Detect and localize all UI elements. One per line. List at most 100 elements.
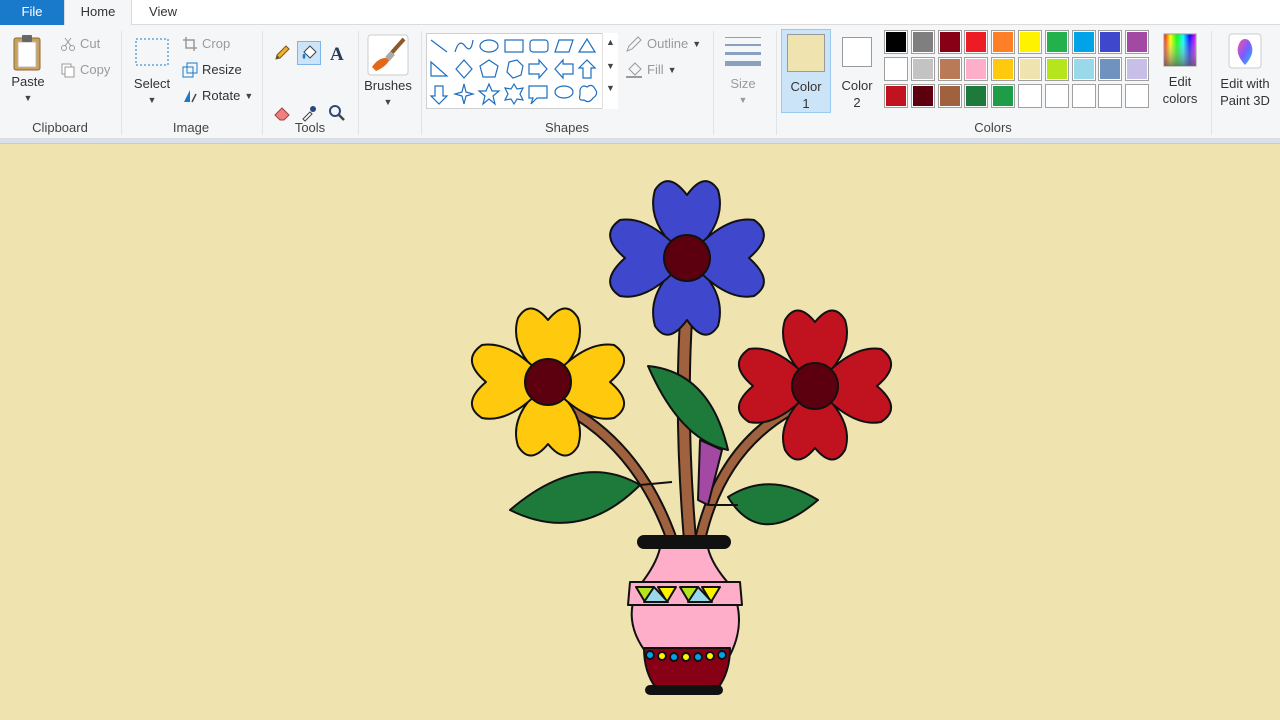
tab-view[interactable]: View xyxy=(132,0,194,25)
palette-swatch-fill xyxy=(1020,58,1040,79)
clipboard-group-label: Clipboard xyxy=(32,120,88,135)
shapes-scrollbar[interactable]: ▲ ▼ ▼ xyxy=(602,33,618,109)
pencil-tool[interactable] xyxy=(270,41,294,65)
palette-swatch[interactable] xyxy=(1125,83,1150,108)
rotate-icon xyxy=(184,90,197,103)
color2-swatch xyxy=(842,37,872,67)
paste-button[interactable]: Paste ▼ xyxy=(8,31,48,111)
colors-group-label: Colors xyxy=(974,120,1012,135)
size-label: Size xyxy=(730,76,756,91)
palette-swatch[interactable] xyxy=(1071,56,1096,81)
palette-swatch[interactable] xyxy=(1071,30,1096,54)
chevron-down-icon: ▼ xyxy=(692,39,702,49)
palette-swatch-fill xyxy=(1100,85,1121,106)
select-button[interactable]: Select ▼ xyxy=(130,35,174,111)
crop-label: Crop xyxy=(202,36,231,51)
color1-button[interactable]: Color 1 xyxy=(781,29,831,113)
group-divider xyxy=(262,31,263,135)
color1-swatch xyxy=(787,34,825,72)
palette-swatch[interactable] xyxy=(937,56,962,81)
scroll-down-icon[interactable]: ▼ xyxy=(603,61,618,71)
text-tool[interactable]: A xyxy=(325,41,349,65)
palette-swatch[interactable] xyxy=(1098,30,1123,54)
line-width-icon xyxy=(725,37,761,66)
cut-label: Cut xyxy=(80,36,101,51)
tab-file[interactable]: File xyxy=(0,0,64,25)
down-arrow-shape-icon xyxy=(429,85,449,105)
palette-swatch[interactable] xyxy=(1125,30,1150,54)
palette-swatch[interactable] xyxy=(884,56,908,81)
palette-swatch[interactable] xyxy=(991,30,1016,54)
curve-shape-icon xyxy=(454,39,474,53)
palette-swatch[interactable] xyxy=(937,30,962,54)
resize-button[interactable]: Resize xyxy=(182,59,242,81)
tools-group-label: Tools xyxy=(294,120,326,135)
palette-swatch[interactable] xyxy=(1018,83,1042,108)
crop-icon xyxy=(183,37,197,51)
palette-swatch[interactable] xyxy=(1125,56,1150,81)
palette-swatch[interactable] xyxy=(1098,83,1123,108)
color-spectrum-icon xyxy=(1163,33,1197,67)
resize-label: Resize xyxy=(202,62,242,77)
palette-swatch-fill xyxy=(912,85,933,106)
brushes-button[interactable]: Brushes ▼ xyxy=(362,31,414,115)
triangle-shape-icon xyxy=(577,37,597,53)
paint-bucket-icon xyxy=(302,45,317,59)
palette-swatch[interactable] xyxy=(964,56,989,81)
palette-swatch-fill xyxy=(1127,32,1148,52)
color1-number: 1 xyxy=(802,96,810,111)
palette-swatch[interactable] xyxy=(910,30,935,54)
palette-swatch[interactable] xyxy=(910,56,935,81)
edit-colors-label-line1: Edit xyxy=(1168,74,1192,89)
outline-pen-icon xyxy=(626,36,642,52)
palette-swatch[interactable] xyxy=(1044,56,1069,81)
outline-button[interactable]: Outline ▼ xyxy=(625,33,701,55)
palette-swatch-fill xyxy=(939,85,960,106)
selection-rectangle-icon xyxy=(135,38,169,66)
crop-button[interactable]: Crop xyxy=(182,33,230,55)
edit-colors-label-line2: colors xyxy=(1162,91,1198,106)
clipboard-icon xyxy=(13,35,41,71)
chevron-down-icon: ▼ xyxy=(147,95,157,105)
rotate-button[interactable]: Rotate ▼ xyxy=(182,85,253,107)
oval-shape-icon xyxy=(479,39,499,53)
palette-swatch[interactable] xyxy=(1018,30,1042,54)
palette-swatch-fill xyxy=(966,85,987,106)
edit-colors-button[interactable]: Edit colors xyxy=(1156,31,1204,115)
flower-vase-drawing xyxy=(471,180,892,695)
palette-swatch[interactable] xyxy=(991,56,1016,81)
palette-swatch[interactable] xyxy=(1018,56,1042,81)
paste-label: Paste xyxy=(11,74,45,89)
palette-swatch[interactable] xyxy=(991,83,1016,108)
palette-swatch[interactable] xyxy=(1071,83,1096,108)
palette-swatch[interactable] xyxy=(1044,83,1069,108)
copy-button[interactable]: Copy xyxy=(60,59,110,81)
palette-swatch[interactable] xyxy=(884,83,908,108)
fill-tool[interactable] xyxy=(297,41,321,65)
fill-button[interactable]: Fill ▼ xyxy=(625,59,677,81)
palette-swatch[interactable] xyxy=(1044,30,1069,54)
palette-swatch[interactable] xyxy=(964,30,989,54)
drawing-canvas[interactable] xyxy=(0,145,1280,720)
rounded-callout-shape-icon xyxy=(528,85,548,105)
scroll-up-icon[interactable]: ▲ xyxy=(603,37,618,47)
palette-swatch-fill xyxy=(1127,58,1148,79)
edit-with-paint3d-button[interactable]: Edit with Paint 3D xyxy=(1214,31,1276,115)
resize-icon xyxy=(182,62,198,78)
color2-button[interactable]: Color 2 xyxy=(833,29,881,113)
palette-swatch-fill xyxy=(993,85,1014,106)
ribbon: Paste ▼ Cut Copy Clipboard Select ▼ Crop… xyxy=(0,25,1280,139)
palette-swatch-fill xyxy=(993,58,1014,79)
palette-swatch-fill xyxy=(886,32,906,52)
cut-button[interactable]: Cut xyxy=(60,33,100,55)
palette-swatch[interactable] xyxy=(1098,56,1123,81)
palette-swatch[interactable] xyxy=(964,83,989,108)
size-button[interactable]: Size ▼ xyxy=(720,31,766,115)
five-point-star-shape-icon xyxy=(477,82,501,106)
expand-gallery-icon[interactable]: ▼ xyxy=(603,83,618,93)
palette-swatch[interactable] xyxy=(884,30,908,54)
palette-swatch[interactable] xyxy=(910,83,935,108)
chevron-down-icon: ▼ xyxy=(383,97,393,107)
tab-home[interactable]: Home xyxy=(64,0,132,26)
palette-swatch[interactable] xyxy=(937,83,962,108)
